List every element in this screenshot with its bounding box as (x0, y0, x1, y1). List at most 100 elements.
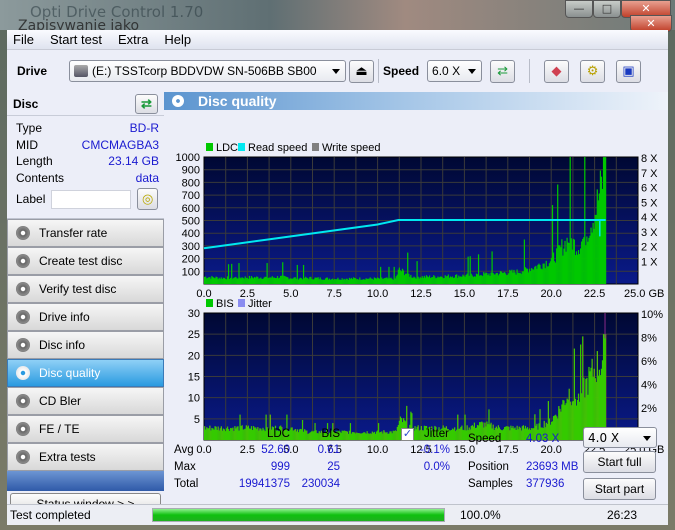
jitter-checkbox[interactable]: ✓ (401, 428, 414, 441)
ldc-bar (301, 279, 304, 284)
nav-create-test-disc[interactable]: Create test disc (7, 247, 164, 275)
ldc-bar (465, 274, 467, 284)
ldc-bar (359, 277, 361, 284)
ldc-bar (463, 275, 465, 284)
nav-extra-tests[interactable]: Extra tests (7, 443, 164, 471)
bis-bar (578, 401, 581, 440)
settings-button[interactable]: ⚙ (580, 59, 606, 83)
bis-bar (580, 344, 582, 440)
bis-bar (204, 426, 206, 440)
bis-bar (299, 428, 302, 440)
bis-bar (373, 431, 375, 440)
ldc-bar (562, 255, 564, 284)
nav-drive-info[interactable]: Drive info (7, 303, 164, 331)
ldc-bar (535, 265, 537, 284)
ldc-bar (502, 272, 505, 284)
ldc-bar (358, 279, 360, 284)
disc-label-input[interactable] (51, 189, 132, 209)
bis-bar (239, 414, 241, 440)
ldc-bar (425, 275, 428, 284)
bis-bar (294, 428, 296, 440)
bis-bar (389, 431, 391, 440)
ldc-bar (527, 272, 530, 284)
ldc-bar (488, 273, 490, 284)
speed-select[interactable]: 6.0 X (427, 60, 483, 82)
menu-help[interactable]: Help (164, 32, 191, 47)
ldc-bar (450, 277, 453, 284)
ldc-bar (265, 276, 267, 284)
ldc-bar (316, 277, 318, 284)
bis-bar (465, 430, 467, 440)
bis-bar (310, 431, 312, 440)
ldc-bar (327, 279, 330, 284)
test-speed-select[interactable]: 4.0 X (583, 427, 657, 448)
nav-verify-test-disc[interactable]: Verify test disc (7, 275, 164, 303)
bis-bar (210, 430, 212, 440)
bis-bar (459, 428, 461, 440)
bis-bar (569, 401, 571, 440)
bis-bar (298, 429, 301, 440)
x-tick-label: 20.0 (540, 288, 561, 300)
ldc-bar (245, 277, 247, 284)
bis-bar (306, 430, 308, 440)
ldc-bar (347, 279, 349, 284)
start-part-button[interactable]: Start part (583, 478, 656, 500)
disc-label-button[interactable]: ◎ (137, 188, 158, 210)
refresh-button[interactable]: ⇄ (490, 59, 516, 83)
jitter-max: 0.0% (423, 461, 450, 473)
ldc-bar (212, 277, 214, 284)
ldc-bar (343, 278, 345, 284)
ldc-bar (253, 277, 256, 284)
ldc-bar (424, 277, 427, 284)
menu-extra[interactable]: Extra (118, 32, 148, 47)
ldc-bar (247, 278, 249, 284)
menu-start-test[interactable]: Start test (50, 32, 102, 47)
ldc-bar (292, 278, 294, 284)
ldc-bar (475, 273, 478, 284)
nav-label: CD Bler (39, 394, 82, 408)
ldc-bar (492, 273, 494, 284)
bis-bar (390, 431, 392, 440)
ldc-bar (294, 277, 296, 284)
drive-select[interactable]: (E:) TSSTcorp BDDVDW SN-506BB SB00 (69, 60, 347, 82)
settings-icon: ⚙ (586, 63, 599, 78)
bis-bar (514, 427, 516, 440)
ldc-bar (257, 276, 259, 284)
bis-bar (463, 430, 465, 440)
ldc-bar (439, 276, 441, 284)
menu-file[interactable]: File (13, 32, 34, 47)
maximize-button[interactable]: □ (593, 0, 621, 18)
save-button[interactable]: ▣ (616, 59, 642, 83)
ldc-bar (555, 262, 557, 284)
disc-refresh-button[interactable]: ⇄ (135, 93, 158, 114)
ldc-bar (382, 278, 384, 284)
disc-tool-icon (16, 310, 30, 324)
ldc-bar (396, 274, 398, 284)
nav-fe-te[interactable]: FE / TE (7, 415, 164, 443)
nav-transfer-rate[interactable]: Transfer rate (7, 219, 164, 247)
ldc-bar (452, 277, 455, 284)
ldc-bar (207, 277, 209, 284)
ldc-bar (234, 277, 236, 284)
ldc-bar (380, 266, 382, 284)
eject-button[interactable]: ⏏ (349, 59, 375, 83)
bis-bar (353, 432, 356, 440)
disc-tool-icon (16, 226, 30, 240)
ldc-bar (378, 278, 381, 284)
nav-disc-quality[interactable]: Disc quality (7, 359, 164, 387)
title-bar[interactable]: Opti Drive Control 1.70 Zapisywanie jako… (0, 0, 675, 34)
bis-bar (393, 431, 395, 440)
progress-fill (153, 509, 444, 521)
ldc-bar (544, 268, 546, 284)
bis-bar (456, 429, 458, 440)
start-full-button[interactable]: Start full (583, 451, 656, 473)
nav-cd-bler[interactable]: CD Bler (7, 387, 164, 415)
nav-disc-info[interactable]: Disc info (7, 331, 164, 359)
ldc-bar (402, 270, 405, 284)
minimize-button[interactable]: — (565, 0, 593, 18)
bis-bar (415, 429, 417, 440)
ldc-bar (204, 276, 206, 284)
bis-bar (227, 429, 230, 440)
ldc-bar (587, 241, 589, 284)
erase-button[interactable]: ◆ (544, 59, 570, 83)
